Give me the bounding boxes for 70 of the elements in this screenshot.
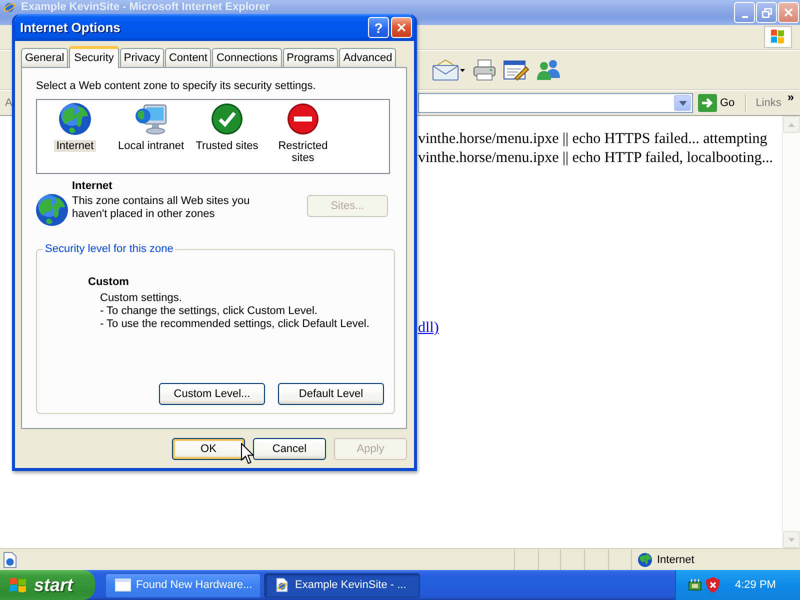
- address-field[interactable]: [418, 93, 693, 113]
- window-title: Example KevinSite - Microsoft Internet Explorer: [21, 1, 270, 13]
- dialog-title: Internet Options: [20, 20, 120, 35]
- edit-icon[interactable]: [503, 59, 529, 81]
- go-button[interactable]: Go: [695, 94, 738, 112]
- restore-icon: [762, 8, 772, 18]
- taskbar-button[interactable]: Found New Hardware...: [105, 572, 261, 598]
- mail-icon[interactable]: [432, 59, 459, 81]
- close-button[interactable]: [778, 2, 799, 23]
- zone-prompt: Select a Web content zone to specify its security settings.: [36, 80, 317, 93]
- level-description: - To change the settings, click Custom Level.: [100, 305, 318, 318]
- start-button[interactable]: start: [0, 570, 95, 600]
- address-label: A: [5, 97, 14, 109]
- mouse-pointer-icon: [241, 443, 254, 464]
- flag-logo-icon: [9, 577, 27, 593]
- group-label: Security level for this zone: [44, 243, 174, 255]
- globe-icon: [59, 103, 91, 135]
- zone-item[interactable]: Trusted sites: [189, 103, 265, 173]
- globe-icon: [638, 552, 652, 566]
- up-caret-icon: [788, 122, 795, 126]
- tab[interactable]: Connections: [212, 48, 282, 67]
- close-icon: [397, 23, 406, 32]
- minimize-button[interactable]: [734, 2, 755, 23]
- page-text: vinthe.horse/menu.ipxe || echo HTTPS failed... attempting: [418, 130, 768, 149]
- level-name: Custom: [88, 276, 130, 289]
- ringed-planet-icon: [3, 1, 16, 14]
- links-chevron[interactable]: »: [787, 92, 794, 103]
- tab[interactable]: General: [21, 48, 68, 67]
- document-icon: [274, 578, 290, 592]
- close-icon: [784, 8, 793, 17]
- chip-icon[interactable]: [688, 578, 702, 592]
- monitor-globe-icon: [135, 103, 167, 135]
- down-caret-icon: [788, 538, 795, 542]
- close-button[interactable]: [391, 17, 412, 38]
- globe-icon: [36, 194, 68, 226]
- dialog-button[interactable]: Cancel: [253, 438, 326, 460]
- zone-item[interactable]: Restricted sites: [265, 103, 341, 173]
- tab[interactable]: Advanced: [339, 48, 396, 67]
- no-entry-icon: [287, 103, 319, 135]
- page-link[interactable]: dll): [418, 320, 439, 336]
- zone-item[interactable]: Local intranet: [113, 103, 189, 173]
- dropdown-button[interactable]: [674, 95, 691, 111]
- printer-icon[interactable]: [473, 59, 496, 81]
- page-icon: [2, 552, 18, 568]
- zone-item[interactable]: Internet: [37, 103, 113, 173]
- clock: 4:29 PM: [735, 579, 776, 591]
- taskbar-button[interactable]: Example KevinSite - ...: [264, 572, 420, 598]
- help-button[interactable]: ?: [368, 17, 389, 38]
- people-icon[interactable]: [536, 59, 561, 81]
- tab[interactable]: Programs: [282, 48, 338, 67]
- tab[interactable]: Privacy: [120, 48, 164, 67]
- zone-description: This zone contains all Web sites you haven't placed in other zones: [72, 195, 251, 221]
- zone-name: Internet: [72, 180, 114, 192]
- tab[interactable]: Security: [69, 46, 119, 68]
- window-icon: [115, 578, 131, 592]
- flag-logo-icon: [764, 26, 792, 48]
- level-description: - To use the recommended settings, click Default Level.: [100, 318, 370, 331]
- check-circle-icon: [211, 103, 243, 135]
- tab[interactable]: Content: [164, 48, 212, 67]
- restore-button[interactable]: [756, 2, 777, 23]
- shield-icon[interactable]: [706, 577, 720, 593]
- minimize-icon: [742, 16, 748, 18]
- level-description: Custom settings.: [100, 292, 183, 305]
- level-button[interactable]: Custom Level...: [159, 383, 265, 405]
- level-button[interactable]: Default Level: [278, 383, 384, 405]
- page-text: vinthe.horse/menu.ipxe || echo HTTP failed, localbooting...: [418, 149, 774, 168]
- caret-icon: [678, 100, 686, 106]
- security-zone-label: Internet: [657, 554, 694, 566]
- caret-icon[interactable]: [460, 68, 465, 72]
- dialog-button[interactable]: OK: [172, 438, 245, 460]
